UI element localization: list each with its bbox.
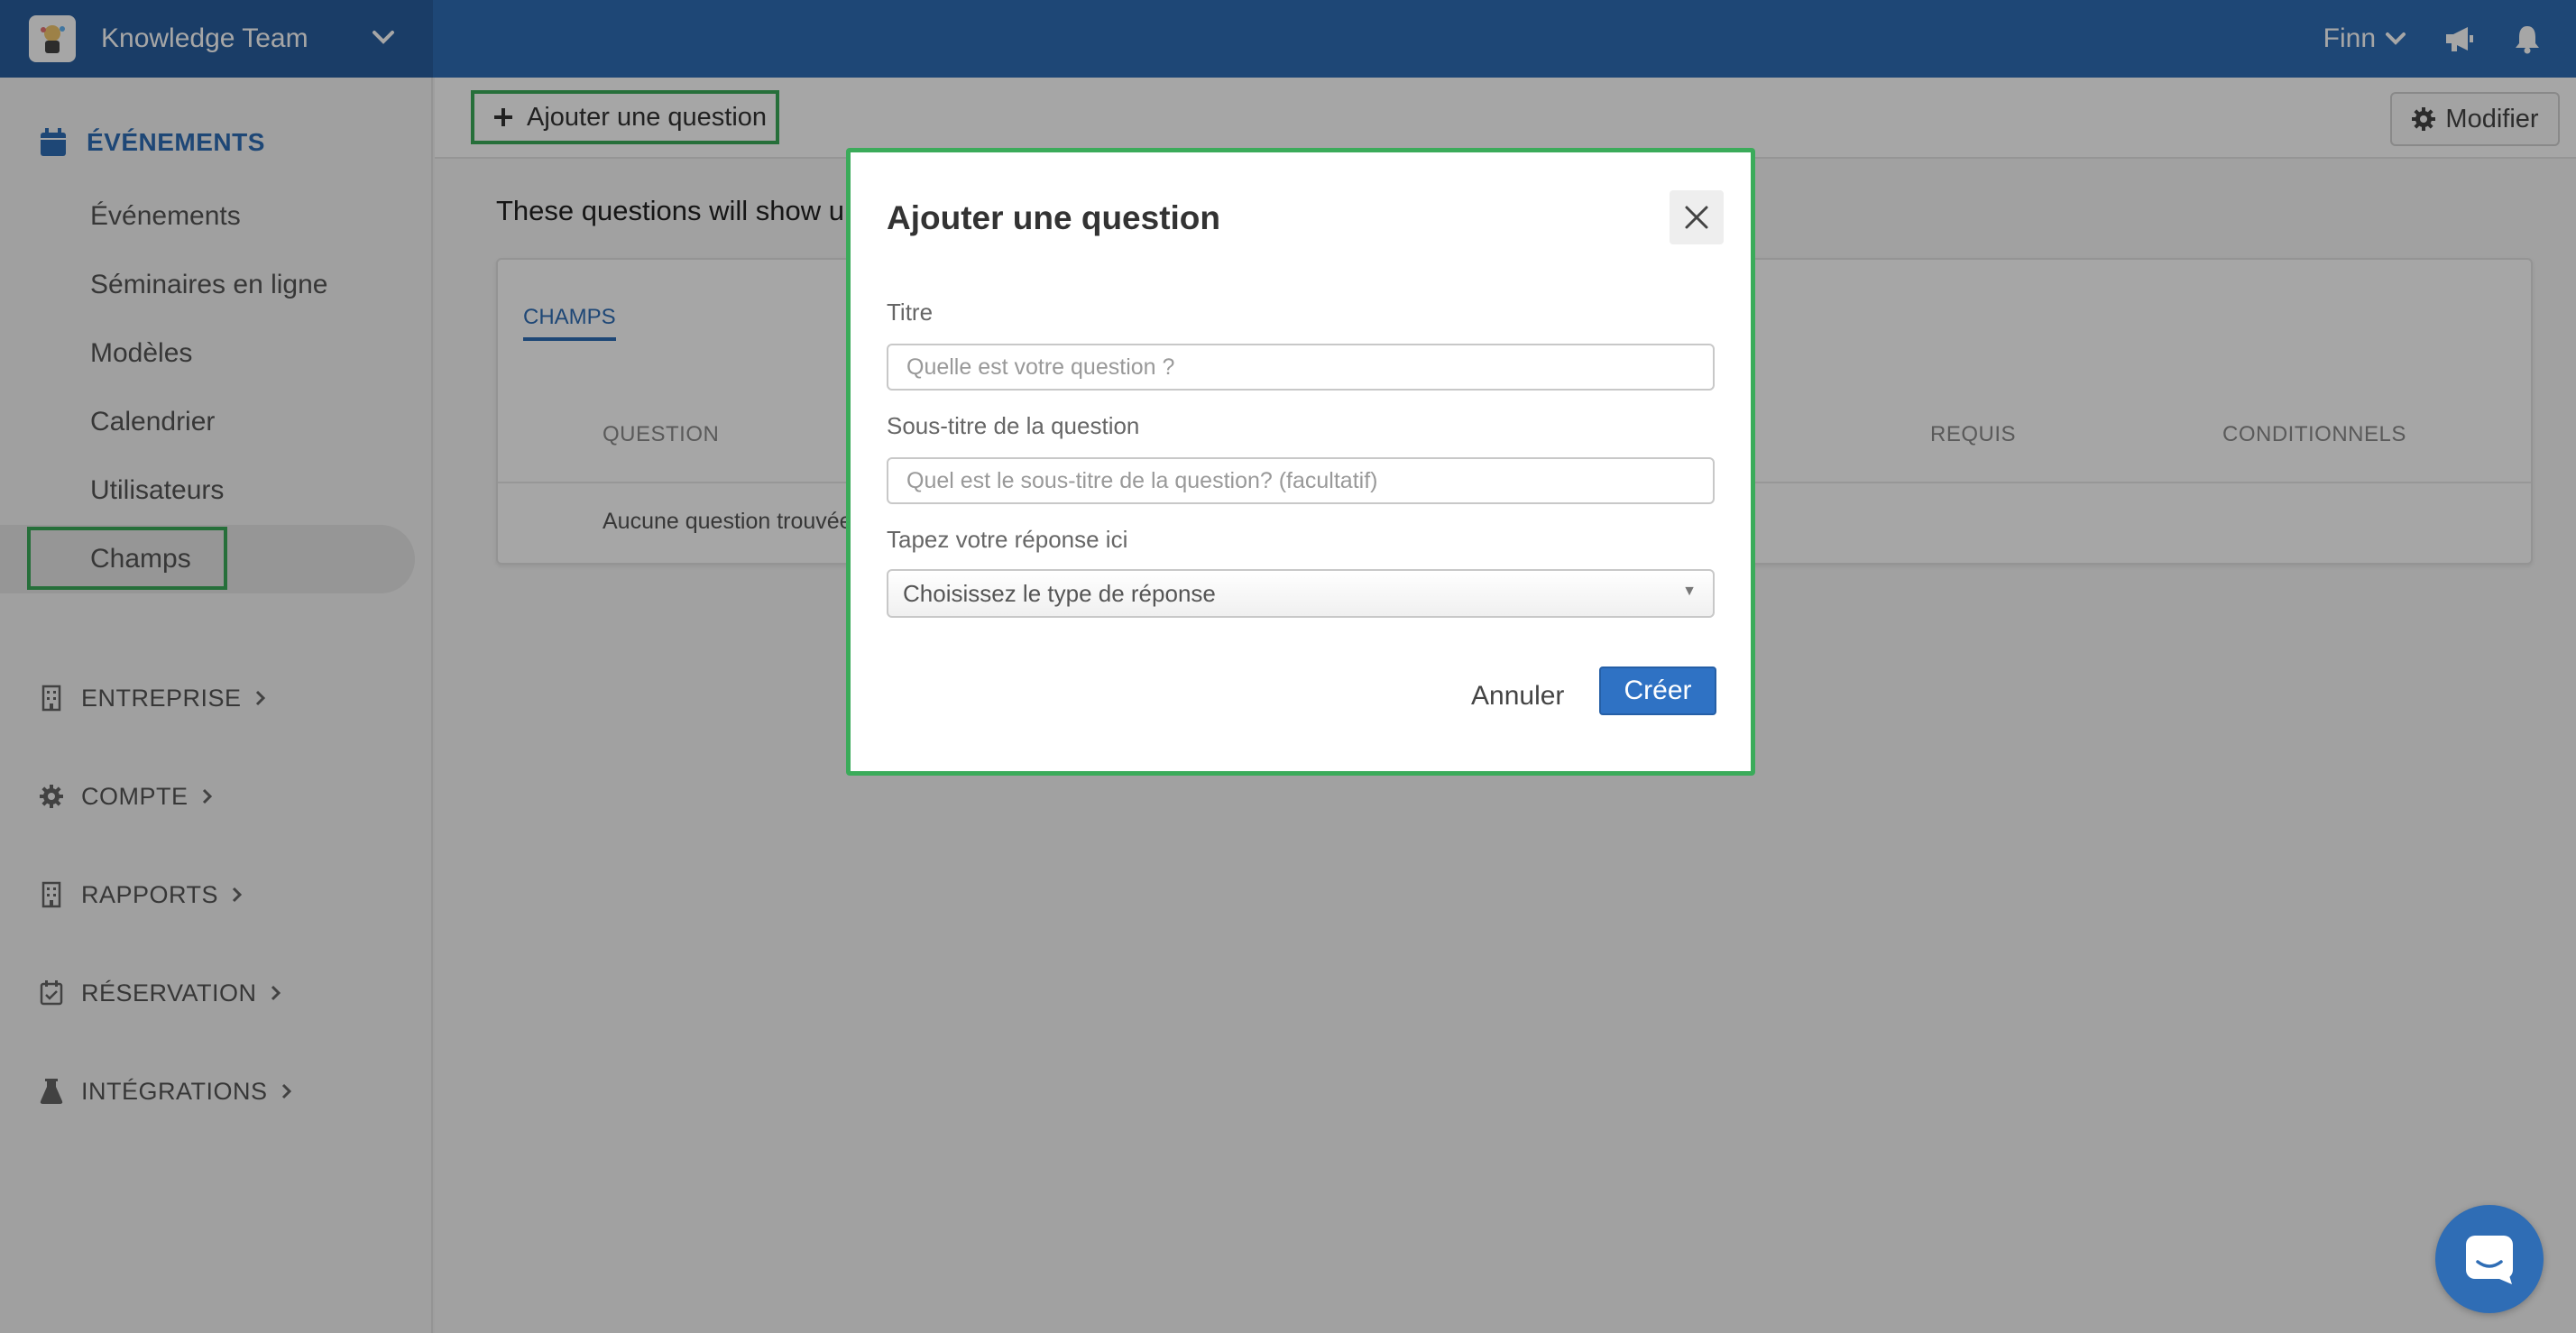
answer-type-select[interactable]: Choisissez le type de réponse ▼	[887, 569, 1715, 618]
chat-launcher-button[interactable]	[2435, 1205, 2544, 1313]
answer-field-label: Tapez votre réponse ici	[887, 526, 1128, 553]
add-question-modal: Ajouter une question Titre Sous-titre de…	[846, 148, 1755, 776]
subtitle-input[interactable]	[887, 457, 1715, 504]
subtitle-field-label: Sous-titre de la question	[887, 412, 1140, 439]
chat-icon	[2466, 1236, 2513, 1284]
title-field-label: Titre	[887, 299, 934, 326]
dropdown-arrow-icon: ▼	[1682, 584, 1697, 599]
answer-type-value: Choisissez le type de réponse	[903, 579, 1216, 607]
title-input[interactable]	[887, 344, 1715, 391]
cancel-button[interactable]: Annuler	[1471, 681, 1564, 712]
create-button[interactable]: Créer	[1599, 666, 1716, 715]
close-icon	[1685, 206, 1708, 229]
modal-title: Ajouter une question	[887, 199, 1220, 236]
close-button[interactable]	[1670, 190, 1724, 244]
